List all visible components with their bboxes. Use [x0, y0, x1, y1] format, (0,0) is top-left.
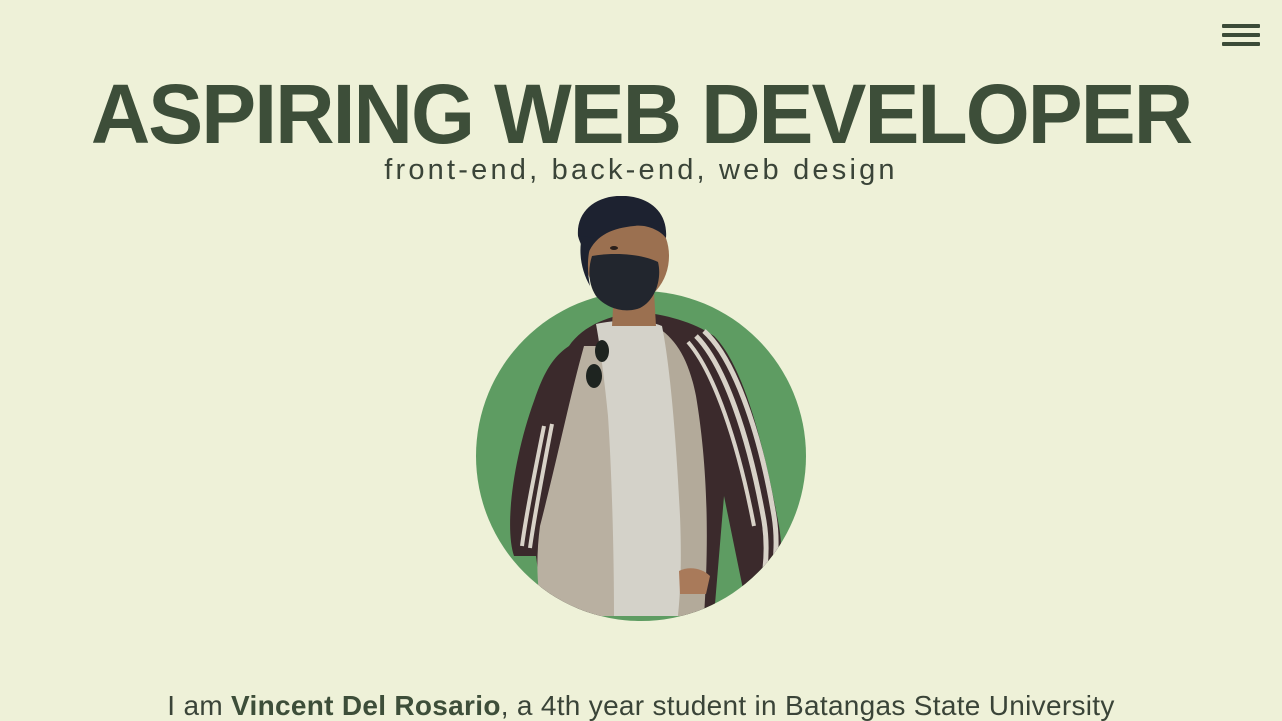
- intro-name: Vincent Del Rosario: [231, 690, 501, 721]
- profile-portrait: [476, 196, 806, 621]
- hero-subtitle: front-end, back-end, web design: [384, 154, 898, 186]
- menu-button[interactable]: [1222, 22, 1262, 52]
- hamburger-menu-icon-bar: [1222, 42, 1260, 46]
- person-figure: [510, 196, 782, 616]
- intro-prefix: I am: [167, 690, 232, 721]
- hero-title: ASPIRING WEB DEVELOPER: [90, 67, 1193, 161]
- intro-suffix: , a 4th year student in Batangas State U…: [500, 690, 1115, 721]
- hamburger-menu-icon-bar: [1222, 33, 1260, 37]
- intro-text: I am Vincent Del Rosario, a 4th year stu…: [0, 690, 1282, 721]
- hamburger-menu-icon: [1222, 24, 1260, 28]
